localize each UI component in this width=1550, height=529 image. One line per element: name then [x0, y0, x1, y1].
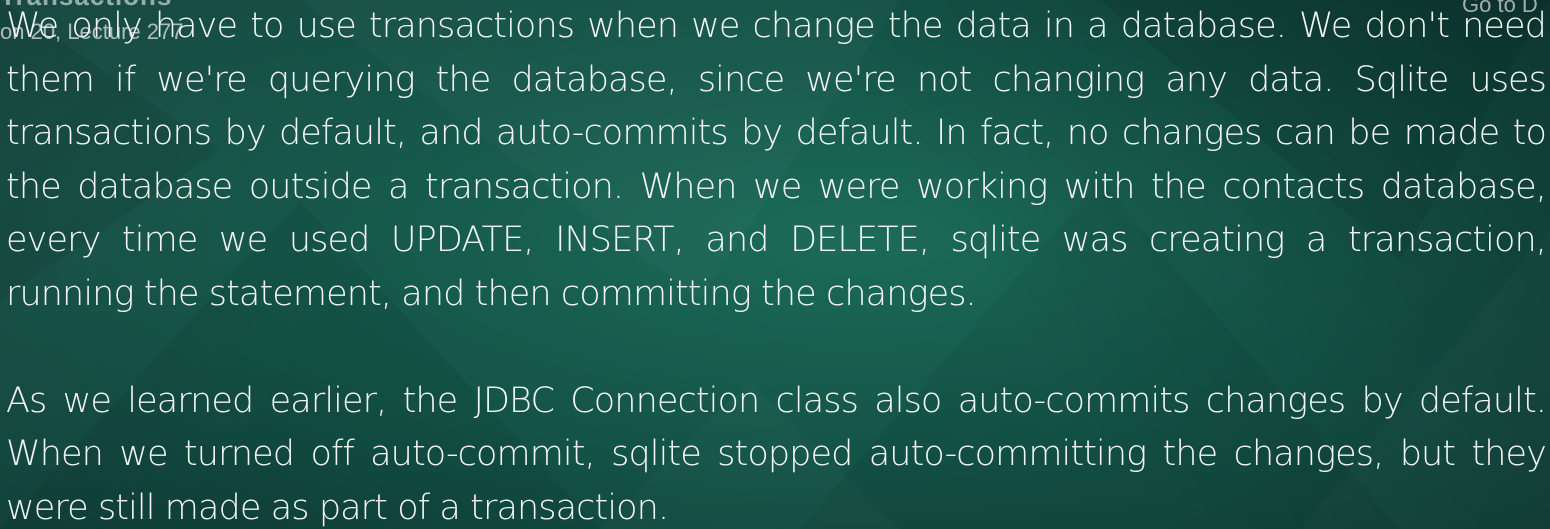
paragraph-1: We only have to use transactions when we…: [6, 6, 1547, 314]
slide-body: We only have to use transactions when we…: [6, 0, 1547, 529]
paragraph-2: As we learned earlier, the JDBC Connecti…: [6, 380, 1547, 528]
